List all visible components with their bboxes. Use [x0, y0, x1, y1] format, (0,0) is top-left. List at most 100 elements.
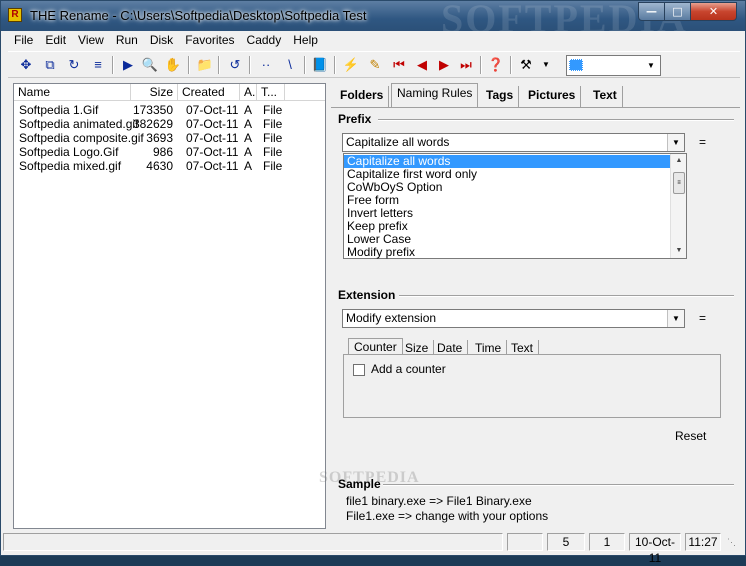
file-attr: A	[244, 131, 253, 145]
menu-view[interactable]: View	[72, 31, 110, 49]
close-icon: ✕	[708, 5, 719, 18]
toolbar-separator	[112, 56, 114, 74]
resize-grip-icon[interactable]: ⋱	[727, 537, 741, 551]
tab-naming-rules[interactable]: Naming Rules	[391, 83, 479, 107]
divider	[383, 484, 734, 486]
file-attr: A	[244, 103, 253, 117]
file-type: File	[263, 117, 283, 131]
column-name[interactable]: Name	[14, 84, 131, 101]
minimize-button[interactable]: —	[638, 2, 665, 21]
run-icon[interactable]: ▶	[118, 55, 138, 75]
maximize-icon: □	[672, 5, 683, 18]
table-row[interactable]: Softpedia 1.Gif 173350 07-Oct-11 A File	[14, 103, 325, 117]
toolbar: ✥ ⧉ ↻ ≡ ▶ 🔍 ✋ 📁 ↺ ·· \ 📘 ⚡ ✎ ⏮ ◀ ▶ ⏭ ❓ ⚒…	[8, 51, 740, 78]
table-row[interactable]: Softpedia Logo.Gif 986 07-Oct-11 A File	[14, 145, 325, 159]
folder-icon[interactable]: 📁	[195, 55, 215, 75]
menu-file[interactable]: File	[8, 31, 39, 49]
preview-icon[interactable]: 🔍	[140, 55, 160, 75]
dots-icon[interactable]: ··	[256, 55, 276, 75]
menu-caddy[interactable]: Caddy	[241, 31, 288, 49]
tab-folders[interactable]: Folders	[335, 86, 390, 107]
next-icon[interactable]: ▶	[434, 55, 454, 75]
window-title: THE Rename - C:\Users\Softpedia\Desktop\…	[30, 8, 367, 23]
copy-icon[interactable]: ⧉	[40, 55, 60, 75]
file-name: Softpedia animated.gif	[19, 117, 139, 131]
eraser-icon[interactable]: ✎	[365, 55, 385, 75]
tab-tags[interactable]: Tags	[481, 86, 520, 107]
chevron-down-icon[interactable]: ▼	[667, 134, 684, 151]
app-window: R THE Rename - C:\Users\Softpedia\Deskto…	[0, 0, 746, 565]
scroll-thumb[interactable]: ≡	[673, 172, 685, 194]
tab-text[interactable]: Text	[588, 86, 623, 107]
prefix-options-list[interactable]: Capitalize all words Capitalize first wo…	[343, 153, 687, 259]
naming-rules-panel: Prefix Capitalize all words ▼ = Capitali…	[331, 107, 740, 529]
column-created[interactable]: Created	[178, 84, 240, 101]
book-icon[interactable]: 📘	[310, 55, 330, 75]
table-row[interactable]: Softpedia animated.gif 382629 07-Oct-11 …	[14, 117, 325, 131]
title-bar[interactable]: R THE Rename - C:\Users\Softpedia\Deskto…	[1, 0, 745, 41]
combo-selection	[569, 59, 583, 71]
help-icon[interactable]: ❓	[486, 55, 506, 75]
status-bar: 5 1 10-Oct-11 11:27 ⋱	[1, 533, 745, 565]
tools-icon[interactable]: ⚒	[516, 55, 536, 75]
add-counter-checkbox[interactable]	[353, 364, 365, 376]
last-icon[interactable]: ⏭	[456, 55, 476, 75]
wand-icon[interactable]: ⚡	[341, 55, 361, 75]
status-date: 10-Oct-11	[629, 533, 681, 565]
prefix-equals: =	[699, 135, 707, 149]
first-icon[interactable]: ⏮	[389, 55, 409, 75]
reset-button[interactable]: Reset	[675, 429, 706, 443]
prefix-label: Prefix	[338, 112, 372, 126]
table-row[interactable]: Softpedia composite.gif 3693 07-Oct-11 A…	[14, 131, 325, 145]
list-item[interactable]: Modify prefix	[344, 246, 671, 259]
column-size[interactable]: Size	[131, 84, 178, 101]
file-list[interactable]: Name Size Created A. T... Softpedia 1.Gi…	[13, 83, 326, 529]
app-logo-icon[interactable]: R	[8, 8, 22, 22]
prev-icon[interactable]: ◀	[412, 55, 432, 75]
hand-icon[interactable]: ✋	[163, 55, 183, 75]
menu-edit[interactable]: Edit	[39, 31, 72, 49]
toolbar-separator	[188, 56, 190, 74]
divider	[378, 119, 734, 121]
sample-line-2: File1.exe => change with your options	[346, 509, 549, 523]
menu-disk[interactable]: Disk	[144, 31, 179, 49]
prefix-select[interactable]: Capitalize all words ▼	[342, 133, 685, 152]
file-size: 173350	[132, 103, 173, 117]
divider	[399, 295, 734, 297]
backslash-icon[interactable]: \	[280, 55, 300, 75]
extension-label: Extension	[338, 288, 396, 302]
table-row[interactable]: Softpedia mixed.gif 4630 07-Oct-11 A Fil…	[14, 159, 325, 173]
menu-run[interactable]: Run	[110, 31, 144, 49]
column-attr[interactable]: A.	[240, 84, 257, 101]
move-icon[interactable]: ✥	[16, 55, 36, 75]
rules-pane: Folders Naming Rules Tags Pictures Text …	[331, 83, 740, 529]
column-type[interactable]: T...	[257, 84, 285, 101]
add-counter-label[interactable]: Add a counter	[371, 362, 446, 376]
sample-line-1: file1 binary.exe => File1 Binary.exe	[346, 494, 532, 508]
refresh-icon[interactable]: ↻	[64, 55, 84, 75]
scroll-up-icon[interactable]: ▲	[673, 155, 685, 167]
menu-help[interactable]: Help	[287, 31, 324, 49]
tab-pictures[interactable]: Pictures	[523, 86, 582, 107]
watermark: SOFTPEDIA	[319, 469, 420, 486]
toolbar-combo[interactable]: ▼	[566, 55, 661, 76]
file-created: 07-Oct-11	[186, 131, 239, 145]
maximize-button[interactable]: □	[664, 2, 691, 21]
chevron-down-icon[interactable]: ▼	[643, 57, 659, 74]
chevron-down-icon[interactable]: ▼	[667, 310, 684, 327]
file-attr: A	[244, 159, 253, 173]
toolbar-separator	[218, 56, 220, 74]
chevron-down-icon[interactable]: ▼	[536, 55, 556, 75]
file-type: File	[263, 145, 283, 159]
close-button[interactable]: ✕	[690, 2, 737, 21]
status-time: 11:27	[685, 533, 721, 551]
extension-select[interactable]: Modify extension ▼	[342, 309, 685, 328]
file-size: 3693	[146, 131, 173, 145]
scroll-down-icon[interactable]: ▼	[673, 245, 685, 257]
undo-icon[interactable]: ↺	[225, 55, 245, 75]
status-panel	[507, 533, 543, 551]
toggle-icon[interactable]: ≡	[88, 55, 108, 75]
file-type: File	[263, 131, 283, 145]
menu-favorites[interactable]: Favorites	[179, 31, 240, 49]
scrollbar[interactable]: ▲ ≡ ▼	[670, 154, 686, 258]
